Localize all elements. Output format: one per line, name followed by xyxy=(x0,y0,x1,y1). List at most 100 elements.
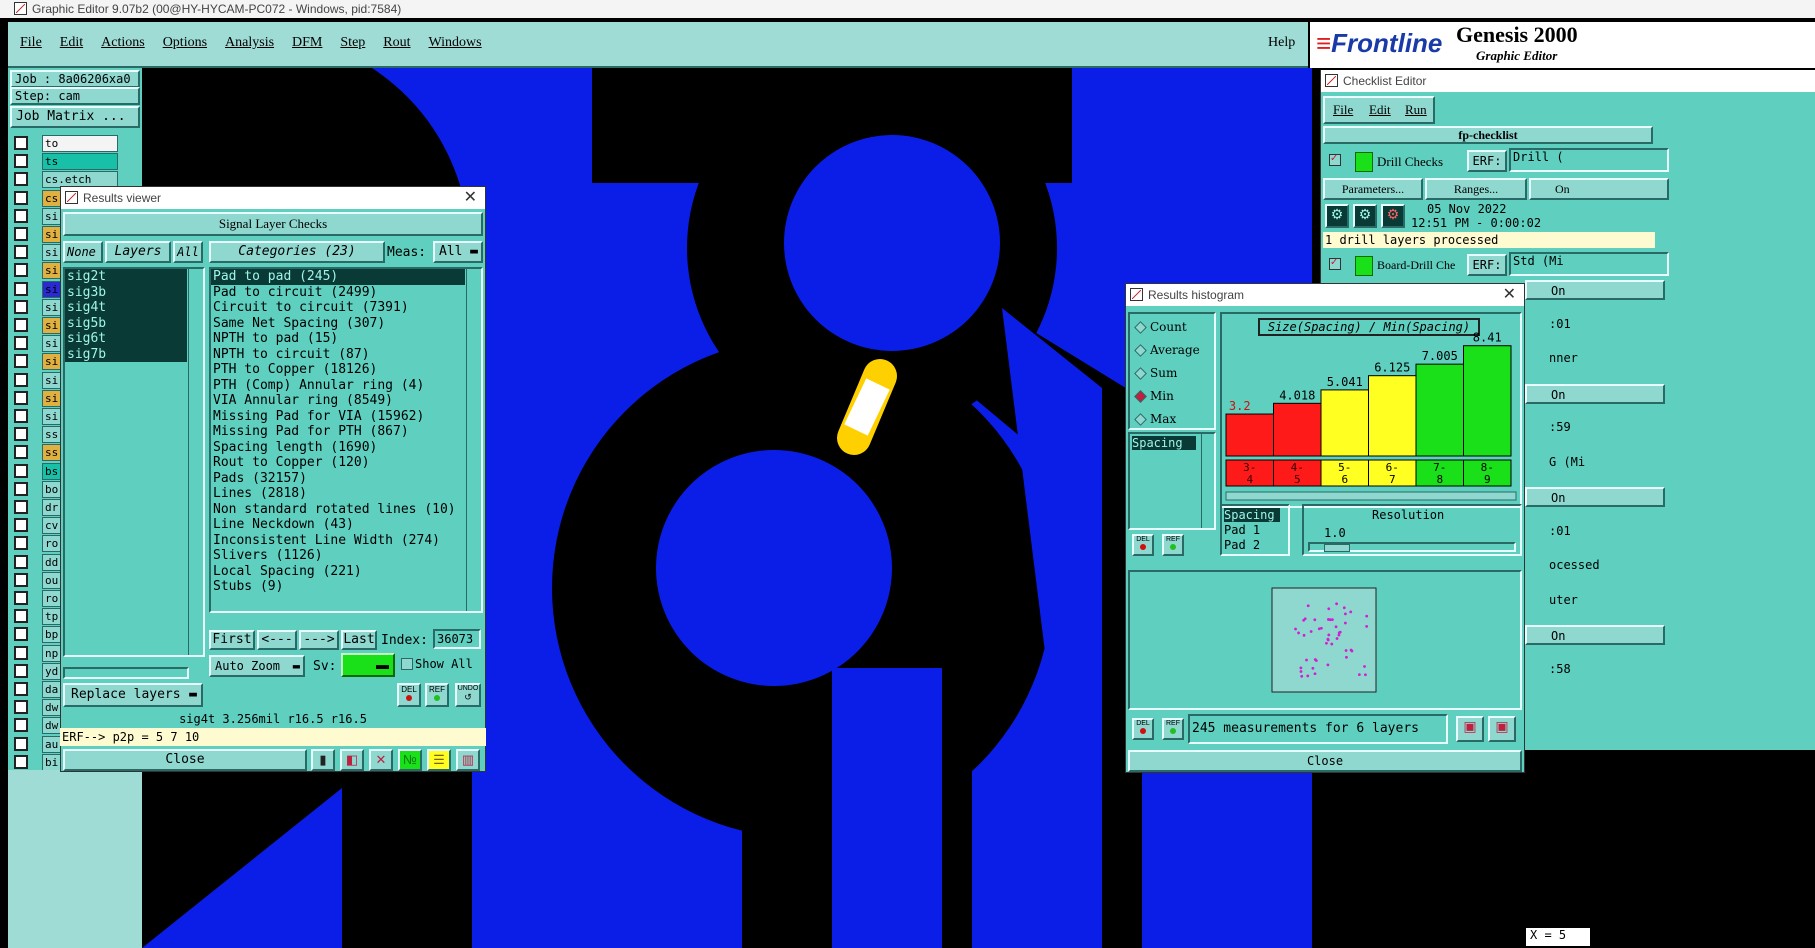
resolution-slider[interactable] xyxy=(1308,542,1516,552)
hist-export-icon-2[interactable]: ▣ xyxy=(1488,716,1516,742)
histogram-bar[interactable] xyxy=(1368,375,1417,457)
layer-toggle[interactable] xyxy=(14,572,28,587)
close-icon[interactable]: ✕ xyxy=(1503,284,1516,306)
index-field[interactable]: 36073 xyxy=(433,629,481,649)
layer-toggle[interactable] xyxy=(14,263,28,278)
histogram-bar[interactable] xyxy=(1415,363,1464,457)
category-item[interactable]: VIA Annular ring (8549) xyxy=(211,393,465,409)
layer-toggle[interactable] xyxy=(14,190,28,205)
meas-select[interactable]: All ▬ xyxy=(433,241,483,263)
category-item[interactable]: Stubs (9) xyxy=(211,579,465,595)
del-button[interactable]: DEL xyxy=(397,683,421,707)
histogram-bar[interactable] xyxy=(1463,345,1512,457)
replace-layers-select[interactable]: Replace layers ▬ xyxy=(63,683,203,707)
layer-toggle[interactable] xyxy=(14,663,28,678)
category-item[interactable]: Pad to circuit (2499) xyxy=(211,285,465,301)
category-item[interactable]: PTH to Copper (18126) xyxy=(211,362,465,378)
layer-toggle[interactable] xyxy=(14,318,28,332)
parameters-button[interactable]: Parameters... xyxy=(1323,178,1423,200)
results-layer-item[interactable]: sig5b xyxy=(65,315,187,331)
hist-close-button[interactable]: Close xyxy=(1128,750,1522,772)
menu-windows[interactable]: Windows xyxy=(429,35,482,50)
layer-toggle[interactable] xyxy=(14,372,28,387)
layer-toggle[interactable] xyxy=(14,500,28,514)
category-item[interactable]: Inconsistent Line Width (274) xyxy=(211,533,465,549)
on-button-1[interactable]: On xyxy=(1529,178,1669,200)
close-icon[interactable]: ✕ xyxy=(464,187,477,209)
category-item[interactable]: Non standard rotated lines (10) xyxy=(211,502,465,518)
job-matrix-button[interactable]: Job Matrix ... xyxy=(10,106,140,128)
layer-toggle[interactable] xyxy=(14,591,28,605)
menu-edit[interactable]: Edit xyxy=(60,35,83,50)
layer-toggle[interactable] xyxy=(14,463,28,478)
auto-zoom-select[interactable]: Auto Zoom ▬ xyxy=(209,655,305,677)
layer-toggle[interactable] xyxy=(14,445,28,460)
category-item[interactable]: NPTH to circuit (87) xyxy=(211,347,465,363)
layer-toggle[interactable] xyxy=(14,154,28,169)
menu-rout[interactable]: Rout xyxy=(383,35,410,50)
run-icon-2[interactable]: ⚙ xyxy=(1353,204,1377,228)
measure-spacing[interactable]: Spacing xyxy=(1132,436,1196,450)
chart-icon[interactable]: ▥ xyxy=(456,749,480,771)
menu-dfm[interactable]: DFM xyxy=(292,35,322,50)
mode-count[interactable]: Count xyxy=(1134,318,1200,341)
run-icon-3[interactable]: ⚙ xyxy=(1381,204,1405,228)
first-button[interactable]: First xyxy=(209,630,255,650)
layer-toggle[interactable] xyxy=(14,536,28,551)
ref-button[interactable]: REF xyxy=(425,683,449,707)
layer-toggle[interactable] xyxy=(14,409,28,423)
layer-list-hscroll[interactable] xyxy=(63,667,189,679)
field-pad2[interactable]: Pad 2 xyxy=(1224,538,1260,552)
mode-min[interactable]: Min xyxy=(1134,387,1200,410)
layer-toggle[interactable] xyxy=(14,518,28,533)
category-item[interactable]: PTH (Comp) Annular ring (4) xyxy=(211,378,465,394)
layer-toggle[interactable] xyxy=(14,609,28,624)
category-item[interactable]: Circuit to circuit (7391) xyxy=(211,300,465,316)
clear-icon[interactable]: ✕ xyxy=(369,749,393,771)
ranges-button[interactable]: Ranges... xyxy=(1425,178,1527,200)
layer-toggle[interactable] xyxy=(14,682,28,696)
hist-del-button-2[interactable]: DEL xyxy=(1132,718,1154,740)
undo-button[interactable]: UNDO ↺ xyxy=(455,683,481,707)
category-item[interactable]: Pads (32157) xyxy=(211,471,465,487)
category-item[interactable]: Rout to Copper (120) xyxy=(211,455,465,471)
layer-toggle[interactable] xyxy=(14,354,28,369)
chart-hscroll[interactable] xyxy=(1225,491,1517,501)
hist-ref-button[interactable]: REF xyxy=(1162,534,1184,556)
board-drill-toggle[interactable]: ✓ xyxy=(1329,258,1341,270)
results-layer-item[interactable]: sig3b xyxy=(65,284,187,300)
layer-toggle[interactable] xyxy=(14,281,28,296)
categories-button[interactable]: Categories (23) xyxy=(209,241,385,263)
histogram-bar[interactable] xyxy=(1273,402,1322,457)
checklist-menu-edit[interactable]: Edit xyxy=(1369,102,1391,118)
erf-field-1[interactable]: Drill ( xyxy=(1509,148,1669,172)
layer-toggle[interactable] xyxy=(14,245,28,260)
report-icon[interactable]: ☰ xyxy=(427,749,451,771)
layer-toggle[interactable] xyxy=(14,227,28,241)
results-layer-item[interactable]: sig6t xyxy=(65,331,187,347)
menu-step[interactable]: Step xyxy=(340,35,365,50)
layer-toggle[interactable] xyxy=(14,336,28,351)
layer-toggle[interactable] xyxy=(14,208,28,223)
hist-ref-button-2[interactable]: REF xyxy=(1162,718,1184,740)
categories-scrollbar[interactable] xyxy=(466,269,481,611)
run-icon-1[interactable]: ⚙ xyxy=(1325,204,1349,228)
layer-row[interactable]: ts xyxy=(12,153,138,171)
histogram-bar[interactable] xyxy=(1320,389,1369,457)
layers-button[interactable]: Layers xyxy=(105,241,171,263)
field-pad1[interactable]: Pad 1 xyxy=(1224,523,1260,537)
hist-del-button[interactable]: DEL xyxy=(1132,534,1154,556)
highlight-icon[interactable]: ▮ xyxy=(311,749,335,771)
menu-file[interactable]: File xyxy=(20,35,42,50)
category-item[interactable]: Local Spacing (221) xyxy=(211,564,465,580)
all-layers-button[interactable]: All xyxy=(173,241,203,263)
resolution-slider-thumb[interactable] xyxy=(1324,544,1350,552)
none-button[interactable]: None xyxy=(63,241,103,263)
mode-sum[interactable]: Sum xyxy=(1134,364,1200,387)
menu-options[interactable]: Options xyxy=(163,35,207,50)
layer-toggle[interactable] xyxy=(14,427,28,442)
layer-toggle[interactable] xyxy=(14,172,28,187)
menu-actions[interactable]: Actions xyxy=(101,35,145,50)
layer-toggle[interactable] xyxy=(14,736,28,751)
layer-toggle[interactable] xyxy=(14,554,28,569)
